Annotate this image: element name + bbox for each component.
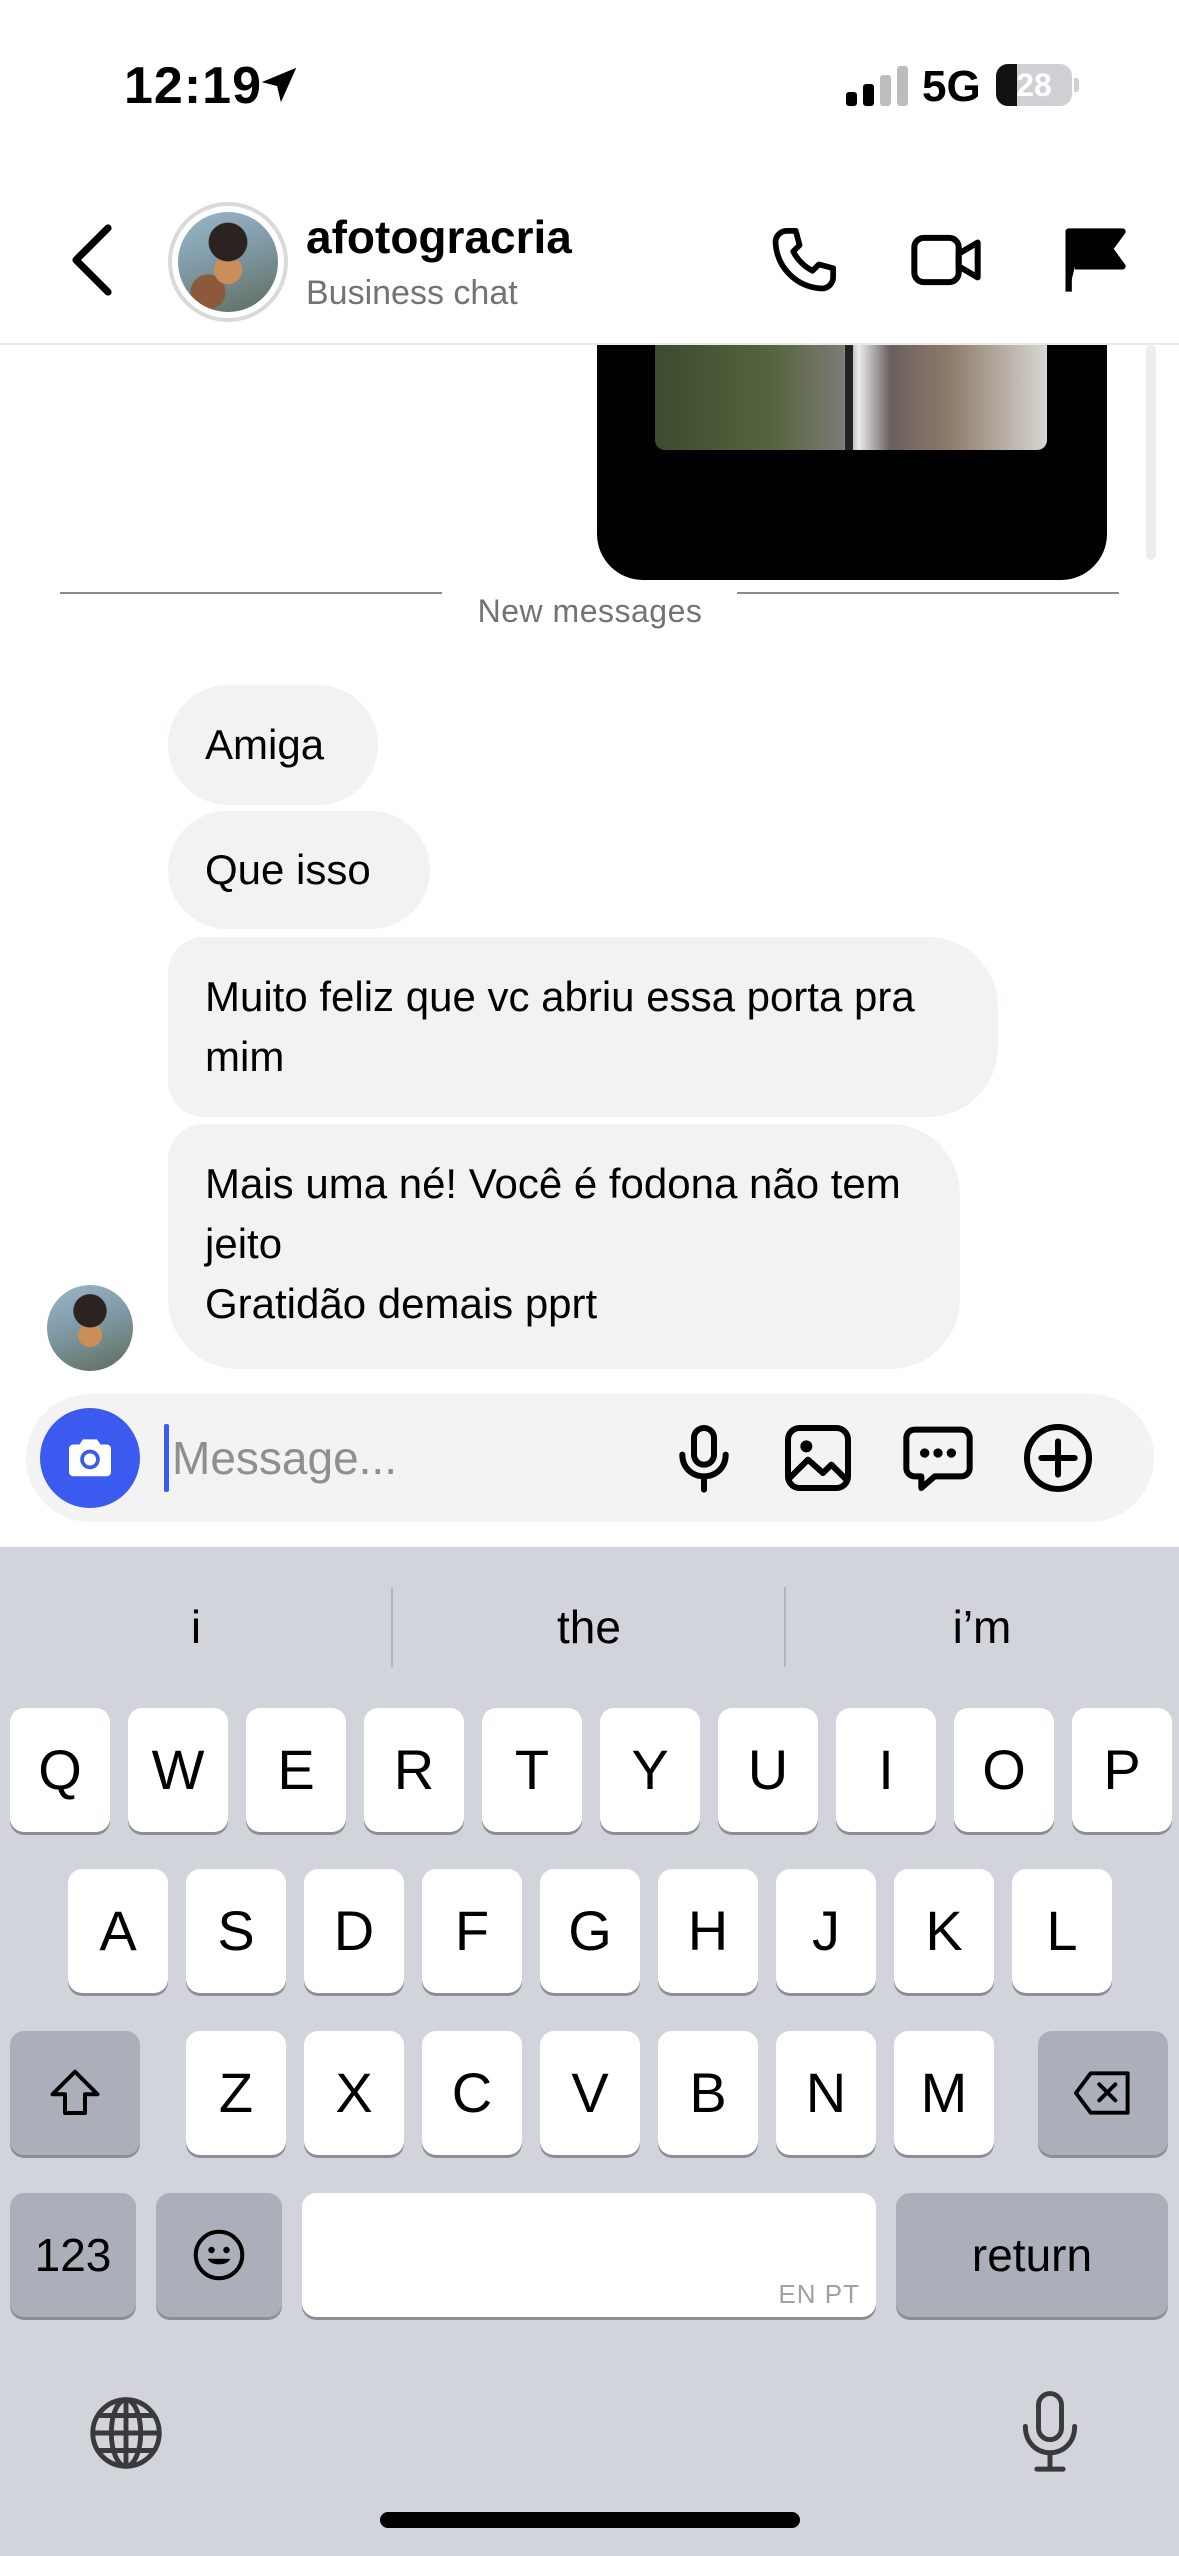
phone-icon[interactable] — [766, 222, 842, 298]
battery-indicator: 28 — [996, 64, 1080, 106]
key-e[interactable]: E — [246, 1708, 346, 1832]
divider-line-right — [737, 592, 1119, 594]
key-y[interactable]: Y — [600, 1708, 700, 1832]
key-h[interactable]: H — [658, 1869, 758, 1993]
status-time: 12:19 — [124, 57, 262, 115]
shared-photo — [655, 345, 1047, 450]
key-n[interactable]: N — [776, 2031, 876, 2155]
key-u[interactable]: U — [718, 1708, 818, 1832]
shift-key[interactable] — [10, 2031, 140, 2155]
key-v[interactable]: V — [540, 2031, 640, 2155]
suggestion-2[interactable]: the — [393, 1587, 785, 1667]
key-k[interactable]: K — [894, 1869, 994, 1993]
key-s[interactable]: S — [186, 1869, 286, 1993]
key-r[interactable]: R — [364, 1708, 464, 1832]
camera-icon — [69, 1439, 111, 1477]
key-z[interactable]: Z — [186, 2031, 286, 2155]
key-d[interactable]: D — [304, 1869, 404, 1993]
chat-header: afotogracria Business chat — [0, 170, 1179, 345]
chat-type-label: Business chat — [306, 274, 518, 312]
keyboard-language-hint: EN PT — [778, 2279, 860, 2309]
message-bubble[interactable]: Que isso — [168, 811, 430, 929]
video-icon[interactable] — [908, 222, 984, 298]
emoji-icon — [193, 2229, 245, 2281]
key-j[interactable]: J — [776, 1869, 876, 1993]
key-f[interactable]: F — [422, 1869, 522, 1993]
camera-button[interactable] — [40, 1408, 140, 1508]
gallery-icon[interactable] — [778, 1418, 858, 1498]
globe-icon[interactable] — [84, 2391, 168, 2475]
signal-icon — [846, 66, 908, 106]
key-x[interactable]: X — [304, 2031, 404, 2155]
key-p[interactable]: P — [1072, 1708, 1172, 1832]
contact-avatar[interactable] — [168, 202, 288, 322]
key-i[interactable]: I — [836, 1708, 936, 1832]
battery-percentage: 28 — [1016, 67, 1052, 103]
keyboard: i the i’m Q W E R T Y U I O P A S D F G … — [0, 1547, 1179, 2556]
suggestion-3[interactable]: i’m — [786, 1587, 1178, 1667]
network-type: 5G — [922, 62, 981, 111]
sender-avatar[interactable] — [47, 1285, 133, 1371]
home-indicator[interactable] — [380, 2512, 800, 2528]
contact-name[interactable]: afotogracria — [306, 210, 572, 264]
message-thread[interactable]: New messages Amiga Que isso Muito feliz … — [0, 345, 1179, 1395]
message-bubble[interactable]: Muito feliz que vc abriu essa porta pra … — [168, 937, 998, 1117]
image-message[interactable] — [597, 345, 1107, 580]
shift-icon — [50, 2069, 100, 2115]
key-o[interactable]: O — [954, 1708, 1054, 1832]
key-a[interactable]: A — [68, 1869, 168, 1993]
key-t[interactable]: T — [482, 1708, 582, 1832]
emoji-key[interactable] — [156, 2193, 282, 2317]
key-m[interactable]: M — [894, 2031, 994, 2155]
dictation-mic-icon[interactable] — [1010, 2387, 1090, 2479]
space-key[interactable]: EN PT — [302, 2193, 876, 2317]
back-chevron-icon[interactable] — [64, 220, 124, 300]
key-g[interactable]: G — [540, 1869, 640, 1993]
key-q[interactable]: Q — [10, 1708, 110, 1832]
location-arrow-icon — [261, 67, 297, 103]
backspace-key[interactable] — [1038, 2031, 1168, 2155]
key-w[interactable]: W — [128, 1708, 228, 1832]
divider-line-left — [60, 592, 442, 594]
return-key[interactable]: return — [896, 2193, 1168, 2317]
key-c[interactable]: C — [422, 2031, 522, 2155]
message-bubble[interactable]: Mais uma né! Você é fodona não tem jeito… — [168, 1124, 960, 1369]
text-caret — [164, 1424, 169, 1492]
key-l[interactable]: L — [1012, 1869, 1112, 1993]
new-messages-divider: New messages — [477, 593, 703, 629]
message-bubble[interactable]: Amiga — [168, 685, 378, 805]
backspace-icon — [1073, 2071, 1130, 2115]
key-b[interactable]: B — [658, 2031, 758, 2155]
message-input[interactable] — [172, 1414, 652, 1502]
sticker-chat-icon[interactable] — [898, 1418, 978, 1498]
scrollbar[interactable] — [1146, 345, 1156, 560]
status-bar: 12:19 5G 28 — [0, 0, 1179, 170]
microphone-icon[interactable] — [664, 1418, 744, 1498]
numbers-key[interactable]: 123 — [10, 2193, 136, 2317]
plus-circle-icon[interactable] — [1018, 1418, 1098, 1498]
suggestion-1[interactable]: i — [0, 1587, 392, 1667]
flag-icon[interactable] — [1056, 222, 1132, 298]
message-composer — [26, 1394, 1154, 1522]
